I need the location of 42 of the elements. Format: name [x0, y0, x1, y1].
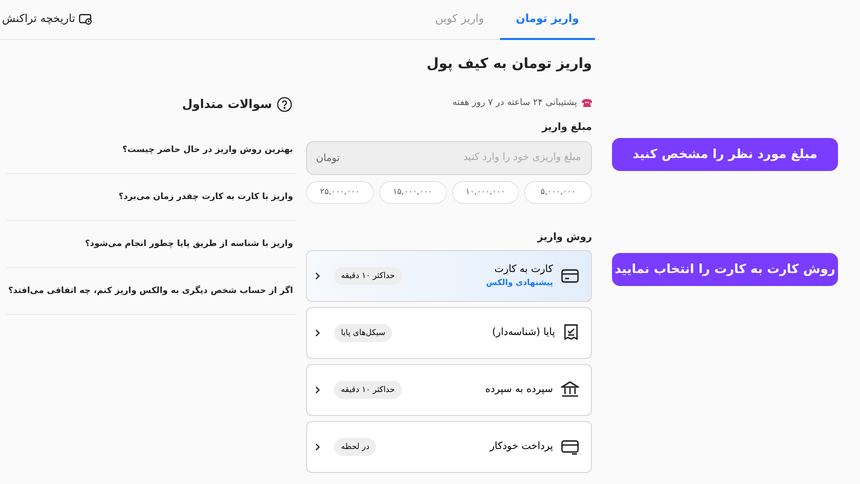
amount-preset-chip[interactable]: ۵,۰۰۰,۰۰۰ [524, 180, 592, 204]
time-badge: حداکثر ۱۰ دقیقه [334, 266, 402, 284]
faq-question[interactable]: واریز با کارت به کارت چقدر زمان می‌برد؟ [6, 174, 296, 221]
instruction-callout: مبلغ مورد نظر را مشخص کنید [612, 138, 838, 171]
amount-preset-chip[interactable]: ۲۵,۰۰۰,۰۰۰ [306, 180, 374, 204]
amount-preset-chip[interactable]: ۱۰,۰۰۰,۰۰۰ [452, 180, 520, 204]
history-icon [79, 14, 92, 25]
credit-card-icon [561, 268, 579, 284]
transaction-history-link[interactable]: تاریخچه تراکنش [2, 0, 92, 39]
tab[interactable]: واریز تومان [500, 0, 595, 40]
currency-unit: تومان [316, 152, 340, 166]
method-name: پرداخت خودکار [490, 440, 553, 454]
amount-label: مبلغ واریز [540, 120, 592, 134]
payment-method-option[interactable]: پرداخت خودکار در لحظه [306, 420, 592, 472]
receipt-icon [563, 324, 579, 342]
faq-question[interactable]: واریز با شناسه از طریق پایا چطور انجام می‌شود؟ [6, 221, 296, 268]
payment-method-option[interactable]: پایا (شناسه‌دار) سیکل‌های پایا [306, 306, 592, 358]
chevron-icon [315, 328, 320, 336]
payment-method-option[interactable]: کارت به کارت پیشنهادی والکس حداکثر ۱۰ دقیقه [306, 250, 592, 302]
instruction-callout: روش کارت به کارت را انتخاب نمایید [612, 253, 838, 286]
chevron-icon [315, 386, 320, 394]
time-badge: حداکثر ۱۰ دقیقه [334, 380, 402, 398]
method-name: پایا (شناسه‌دار) [492, 326, 555, 340]
faq-title: سوالات متداول [182, 96, 272, 113]
page-title: واریز تومان به کیف پول [426, 55, 592, 74]
time-badge: در لحظه [334, 438, 376, 456]
faq-question[interactable]: اگر از حساب شخص دیگری به والکس واریز کنم، چه اتفاقی می‌افتد؟ [6, 268, 296, 315]
card-icon [561, 438, 579, 454]
method-name: کارت به کارت [493, 263, 553, 277]
method-name: سپرده به سپرده [485, 383, 553, 397]
payment-method-option[interactable]: سپرده به سپرده حداکثر ۱۰ دقیقه [306, 364, 592, 416]
bank-icon [561, 380, 579, 398]
phone-icon [582, 99, 592, 108]
amount-preset-chip[interactable]: ۱۵,۰۰۰,۰۰۰ [378, 180, 446, 204]
chevron-icon [315, 272, 320, 280]
time-badge: سیکل‌های پایا [334, 324, 392, 342]
help-icon [277, 96, 292, 112]
support-text: پشتیبانی ۲۴ ساعته در ۷ روز هفته [452, 97, 577, 110]
method-label: روش واریز [536, 230, 592, 244]
chevron-icon [315, 442, 320, 450]
faq-question[interactable]: بهترین روش واریز در حال حاضر چیست؟ [6, 127, 296, 174]
recommended-note: پیشنهادی والکس [486, 277, 553, 289]
